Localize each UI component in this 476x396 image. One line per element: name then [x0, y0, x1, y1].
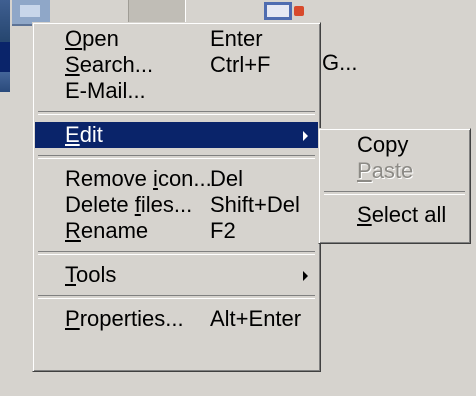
menu-item-label: Properties...: [65, 306, 184, 331]
menu-item-tools[interactable]: Tools: [35, 262, 318, 288]
menu-item-label: Edit: [65, 122, 103, 147]
menu-separator: [38, 251, 315, 255]
menu-item-shortcut: Ctrl+F: [210, 52, 271, 77]
picture-frame-icon: [264, 2, 292, 20]
menu-item-email[interactable]: E-Mail...: [35, 78, 318, 104]
selected-item-highlight: [0, 42, 10, 72]
mnemonic-letter: P: [65, 306, 80, 331]
menu-item-label: Open: [65, 26, 119, 51]
submenu-arrow-icon: [303, 131, 308, 141]
background-panel: [128, 0, 186, 24]
menu-item-label: Rename: [65, 218, 149, 243]
mnemonic-letter: S: [357, 202, 372, 227]
mnemonic-letter: T: [65, 262, 76, 287]
menu-item-open[interactable]: Open Enter: [35, 26, 318, 52]
mnemonic-letter: R: [65, 218, 81, 243]
menu-item-label: Remove icon...: [65, 166, 212, 191]
menu-item-shortcut: Del: [210, 166, 244, 191]
mnemonic-letter: E: [65, 122, 80, 147]
menu-item-label: Delete files...: [65, 192, 193, 217]
menu-item-label: Search...: [65, 52, 154, 77]
menu-item-paste[interactable]: Paste: [321, 158, 468, 184]
menu-item-shortcut: F2: [210, 218, 236, 243]
context-menu: Open Enter Search... Ctrl+F E-Mail... Edit Rem…: [32, 22, 321, 372]
menu-item-remove-icon[interactable]: Remove icon... Del: [35, 166, 318, 192]
menu-item-label: Paste: [357, 158, 414, 183]
desktop-area: G... Open Enter Search... Ctrl+F E-Mail... Ed…: [0, 0, 476, 396]
mnemonic-letter: O: [65, 26, 83, 51]
menu-item-label: E-Mail...: [65, 78, 146, 103]
menu-item-shortcut: Shift+Del: [210, 192, 300, 217]
menu-item-label: Select all: [357, 202, 447, 227]
mnemonic-letter: S: [65, 52, 80, 77]
menu-item-label: Copy: [357, 132, 409, 157]
submenu-arrow-icon: [303, 271, 308, 281]
menu-item-label: Tools: [65, 262, 117, 287]
menu-item-shortcut: Alt+Enter: [210, 306, 302, 331]
menu-separator: [38, 111, 315, 115]
menu-item-properties[interactable]: Properties... Alt+Enter: [35, 306, 318, 332]
menu-item-copy[interactable]: Copy: [321, 132, 468, 158]
badge-icon: [294, 6, 304, 16]
menu-item-search[interactable]: Search... Ctrl+F: [35, 52, 318, 78]
menu-item-delete-files[interactable]: Delete files... Shift+Del: [35, 192, 318, 218]
edit-submenu: Copy Paste Select all: [318, 128, 471, 244]
file-name-label: G...: [322, 50, 358, 75]
menu-item-rename[interactable]: Rename F2: [35, 218, 318, 244]
menu-separator: [38, 155, 315, 159]
menu-item-shortcut: Enter: [210, 26, 263, 51]
menu-item-edit[interactable]: Edit: [35, 122, 318, 148]
image-file-icon[interactable]: [262, 0, 306, 22]
menu-separator: [38, 295, 315, 299]
menu-separator: [324, 191, 465, 195]
menu-item-select-all[interactable]: Select all: [321, 202, 468, 228]
mnemonic-letter: P: [357, 158, 372, 183]
